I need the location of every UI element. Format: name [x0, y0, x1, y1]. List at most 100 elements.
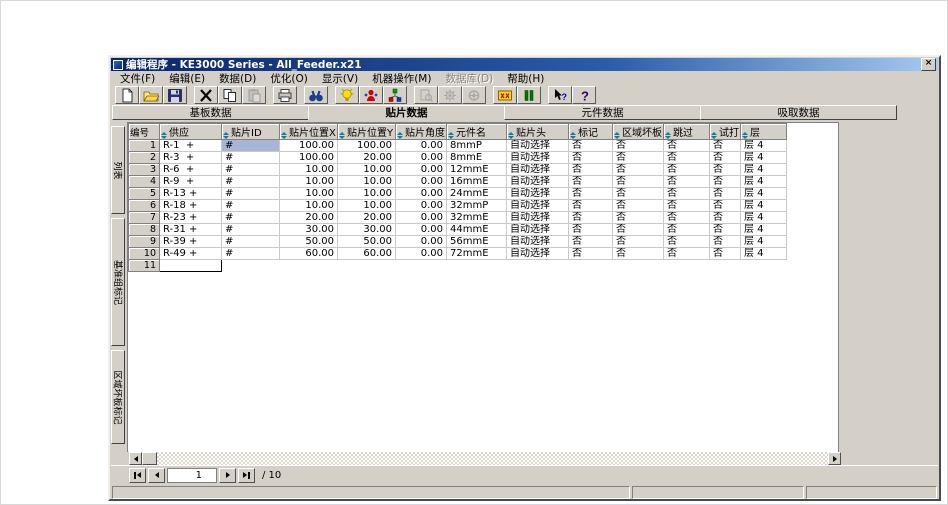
cell-layer[interactable]: 层 4	[741, 164, 787, 176]
cell-bad-board[interactable]: 否	[613, 164, 664, 176]
delete-button[interactable]	[194, 86, 218, 104]
menu-item-edit[interactable]: 编辑(E)	[162, 71, 212, 86]
side-tab-bad-board-marks[interactable]: 区域坏板标记	[111, 350, 125, 444]
cell-angle[interactable]: 0.00	[396, 248, 447, 260]
cell-supply[interactable]: R-3 +	[160, 152, 222, 164]
placement-points-button[interactable]	[359, 86, 383, 104]
cell-bad-board[interactable]: 否	[613, 152, 664, 164]
cell-trial[interactable]: 否	[710, 224, 741, 236]
cell-chip-id[interactable]: #	[222, 188, 280, 200]
cell-supply[interactable]: R-6 +	[160, 164, 222, 176]
cell-part-name[interactable]: 8mmE	[447, 152, 507, 164]
cell-place-y[interactable]: 10.00	[338, 164, 396, 176]
row-header[interactable]: 5	[129, 188, 160, 200]
cell-part-name[interactable]: 24mmE	[447, 188, 507, 200]
cell-chip-id[interactable]: #	[222, 212, 280, 224]
cell-bad-board[interactable]: 否	[613, 236, 664, 248]
cell-place-y[interactable]: 10.00	[338, 176, 396, 188]
cell-chip-id[interactable]: #	[222, 248, 280, 260]
cell-angle[interactable]: 0.00	[396, 200, 447, 212]
cell-bad-board[interactable]: 否	[613, 176, 664, 188]
cell-chip-id[interactable]: #	[222, 164, 280, 176]
cell-place-x[interactable]: 10.00	[280, 200, 338, 212]
cell-bad-board[interactable]	[613, 260, 664, 272]
cell-head[interactable]: 自动选择	[507, 188, 569, 200]
side-tab-list[interactable]: 列表	[111, 126, 125, 214]
cell-supply[interactable]: R-23 +	[160, 212, 222, 224]
cell-bad-board[interactable]: 否	[613, 200, 664, 212]
page-number-input[interactable]	[167, 468, 217, 483]
menu-item-data[interactable]: 数据(D)	[212, 71, 263, 86]
cell-layer[interactable]	[741, 260, 787, 272]
row-header[interactable]: 10	[129, 248, 160, 260]
nav-prev-button[interactable]	[148, 468, 165, 483]
cell-chip-id[interactable]: #	[222, 200, 280, 212]
cell-place-x[interactable]: 10.00	[280, 176, 338, 188]
cell-place-x[interactable]: 100.00	[280, 152, 338, 164]
col-header-trial[interactable]: 试打	[710, 124, 741, 140]
cell-layer[interactable]: 层 4	[741, 248, 787, 260]
nav-last-button[interactable]	[238, 468, 255, 483]
print-button[interactable]	[273, 86, 297, 104]
cell-angle[interactable]: 0.00	[396, 188, 447, 200]
cell-mark[interactable]: 否	[569, 164, 613, 176]
cell-skip[interactable]: 否	[664, 248, 710, 260]
cell-head[interactable]: 自动选择	[507, 176, 569, 188]
cell-angle[interactable]: 0.00	[396, 212, 447, 224]
cell-trial[interactable]: 否	[710, 212, 741, 224]
corner-header[interactable]: 编号	[129, 124, 160, 140]
row-header[interactable]: 3	[129, 164, 160, 176]
cell-trial[interactable]	[710, 260, 741, 272]
tab-component-data[interactable]: 元件数据	[504, 105, 701, 120]
cell-skip[interactable]: 否	[664, 200, 710, 212]
component-cluster-button[interactable]	[383, 86, 407, 104]
cell-mark[interactable]: 否	[569, 188, 613, 200]
cell-head[interactable]: 自动选择	[507, 212, 569, 224]
cell-angle[interactable]: 0.00	[396, 164, 447, 176]
optimize-bulb-button[interactable]	[335, 86, 359, 104]
cell-part-name[interactable]: 32mmP	[447, 200, 507, 212]
cell-skip[interactable]	[664, 260, 710, 272]
cell-bad-board[interactable]: 否	[613, 188, 664, 200]
cell-chip-id[interactable]: #	[222, 224, 280, 236]
tab-board-data[interactable]: 基板数据	[112, 105, 309, 120]
cell-place-y[interactable]	[338, 260, 396, 272]
cell-supply[interactable]: R-18 +	[160, 200, 222, 212]
cell-bad-board[interactable]: 否	[613, 140, 664, 152]
cell-supply[interactable]	[160, 260, 222, 272]
find-button[interactable]	[304, 86, 328, 104]
cell-supply[interactable]: R-39 +	[160, 236, 222, 248]
cell-skip[interactable]: 否	[664, 164, 710, 176]
cell-part-name[interactable]: 72mmE	[447, 248, 507, 260]
cell-head[interactable]: 自动选择	[507, 248, 569, 260]
cell-place-x[interactable]	[280, 260, 338, 272]
cell-place-x[interactable]: 60.00	[280, 248, 338, 260]
col-header-place-y[interactable]: 贴片位置Y	[338, 124, 396, 140]
cell-trial[interactable]: 否	[710, 176, 741, 188]
new-file-button[interactable]	[115, 86, 139, 104]
row-header[interactable]: 9	[129, 236, 160, 248]
cell-head[interactable]: 自动选择	[507, 152, 569, 164]
row-header[interactable]: 6	[129, 200, 160, 212]
cell-mark[interactable]	[569, 260, 613, 272]
cell-trial[interactable]: 否	[710, 140, 741, 152]
scroll-thumb[interactable]	[142, 452, 157, 465]
cell-place-y[interactable]: 10.00	[338, 200, 396, 212]
scroll-right-button[interactable]	[828, 452, 841, 465]
cell-layer[interactable]: 层 4	[741, 152, 787, 164]
cell-head[interactable]: 自动选择	[507, 140, 569, 152]
col-header-skip[interactable]: 跳过	[664, 124, 710, 140]
cell-place-x[interactable]: 50.00	[280, 236, 338, 248]
cell-part-name[interactable]: 32mmE	[447, 212, 507, 224]
cell-mark[interactable]: 否	[569, 140, 613, 152]
cell-layer[interactable]: 层 4	[741, 188, 787, 200]
cell-supply[interactable]: R-31 +	[160, 224, 222, 236]
cell-head[interactable]: 自动选择	[507, 224, 569, 236]
menu-item-machine-operation[interactable]: 机器操作(M)	[365, 71, 438, 86]
cell-part-name[interactable]	[447, 260, 507, 272]
col-header-head[interactable]: 贴片头	[507, 124, 569, 140]
cell-mark[interactable]: 否	[569, 248, 613, 260]
cell-layer[interactable]: 层 4	[741, 140, 787, 152]
pause-bars-button[interactable]	[517, 86, 541, 104]
cell-chip-id[interactable]: #	[222, 140, 280, 152]
